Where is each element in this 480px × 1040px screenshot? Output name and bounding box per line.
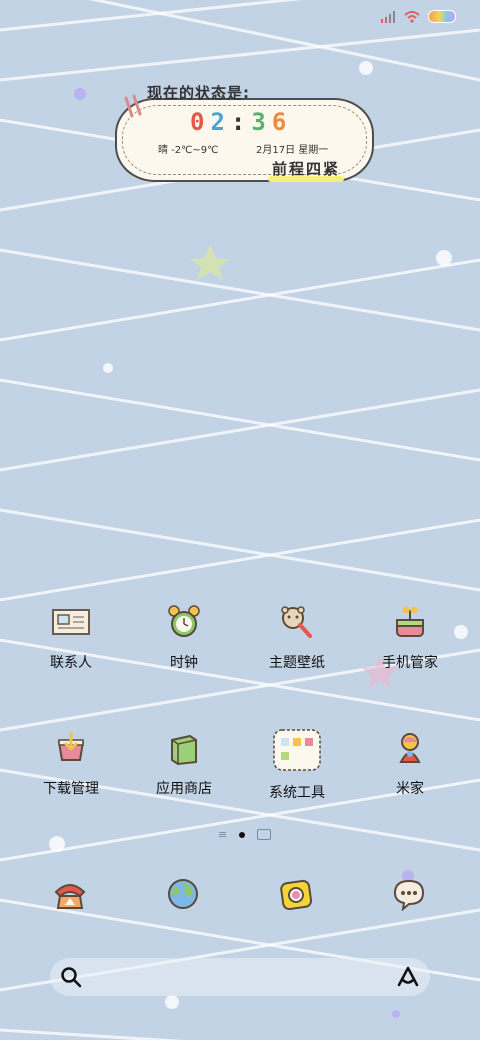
app-label: 应用商店	[156, 781, 212, 797]
app-label: 时钟	[170, 655, 198, 671]
app-themes[interactable]: 主题壁纸	[241, 600, 353, 672]
time-digit: 6	[271, 108, 287, 136]
app-label: 手机管家	[382, 655, 438, 671]
date-text: 2月17日 星期一	[256, 145, 329, 156]
app-clock[interactable]: 时钟	[128, 600, 240, 672]
app-label: 系统工具	[269, 785, 325, 801]
status-bar	[380, 10, 456, 23]
app-label: 主题壁纸	[269, 655, 325, 671]
app-label: 下载管理	[43, 781, 99, 797]
time-digit: 0	[190, 108, 205, 136]
battery-icon	[428, 10, 456, 23]
camera-icon[interactable]	[276, 874, 316, 914]
browser-icon[interactable]	[163, 874, 203, 914]
security-icon	[388, 600, 432, 644]
motto-text: 前程四紧	[272, 160, 341, 178]
search-icon[interactable]	[60, 966, 82, 988]
app-store-icon	[162, 726, 206, 770]
app-security[interactable]: 手机管家	[354, 600, 466, 672]
app-downloads[interactable]: 下载管理	[15, 726, 127, 798]
page-indicator[interactable]: ≡	[218, 828, 272, 841]
theme-icon	[275, 600, 319, 644]
app-mijia[interactable]: 米家	[354, 726, 466, 798]
search-bar[interactable]	[50, 958, 430, 996]
contacts-icon	[49, 600, 93, 644]
app-system-tools[interactable]: 系统工具	[241, 726, 353, 802]
phone-icon[interactable]	[50, 874, 90, 914]
messages-icon[interactable]	[389, 874, 429, 914]
signal-icon	[381, 10, 395, 23]
paperclip-icon	[124, 94, 142, 118]
time-digit: 3	[251, 108, 266, 136]
folder-icon	[271, 726, 323, 774]
wifi-icon	[404, 10, 420, 23]
widget-header: 现在的状态是:	[147, 84, 250, 102]
widget-page-icon[interactable]	[257, 829, 272, 840]
weather-text: 晴 -2℃~9℃	[158, 145, 219, 156]
download-icon	[49, 726, 93, 770]
current-page-dot[interactable]	[239, 831, 246, 838]
time-separator: :	[230, 108, 246, 136]
mijia-icon	[388, 726, 432, 770]
app-store[interactable]: 应用商店	[128, 726, 240, 798]
assistant-icon[interactable]	[396, 966, 420, 988]
alarm-clock-icon	[162, 600, 206, 644]
app-contacts[interactable]: 联系人	[15, 600, 127, 672]
clock-time: 0 2 : 3 6	[190, 108, 286, 136]
time-digit: 2	[210, 108, 225, 136]
app-label: 米家	[396, 781, 424, 797]
app-label: 联系人	[50, 655, 92, 671]
menu-lines-icon[interactable]: ≡	[218, 828, 227, 841]
